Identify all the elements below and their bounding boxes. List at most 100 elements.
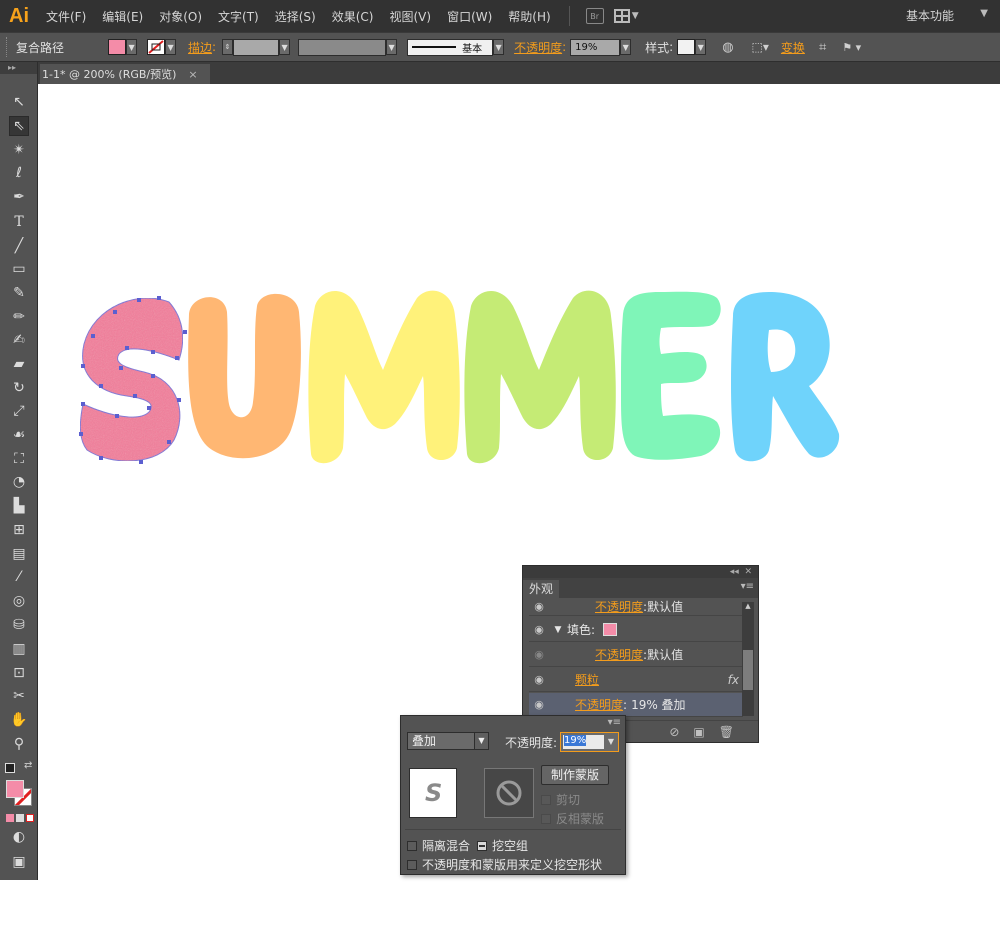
- letter-m[interactable]: [308, 290, 460, 464]
- swap-colors-icon[interactable]: ⇄: [24, 760, 32, 771]
- opacity-label[interactable]: 不透明度: [514, 39, 562, 56]
- opacity-link[interactable]: 不透明度: [575, 696, 623, 713]
- artboard-tool-icon[interactable]: ⊡: [9, 663, 29, 683]
- menu-window[interactable]: 窗口(W): [439, 8, 500, 25]
- duplicate-item-icon[interactable]: ▣: [693, 725, 704, 739]
- opacity-input[interactable]: 19%: [563, 735, 604, 749]
- brush-dropdown[interactable]: ▼: [493, 39, 505, 55]
- visibility-eye-icon[interactable]: ◉: [529, 648, 549, 661]
- stroke-weight-dropdown[interactable]: ▼: [279, 39, 291, 55]
- line-tool-icon[interactable]: ╱: [9, 236, 29, 256]
- close-icon[interactable]: ×: [188, 68, 197, 81]
- perspective-grid-tool-icon[interactable]: ▙: [9, 496, 29, 516]
- screen-mode-icon[interactable]: ▣: [9, 852, 29, 872]
- hand-tool-icon[interactable]: ✋: [9, 710, 29, 730]
- slice-tool-icon[interactable]: ✂: [9, 686, 29, 706]
- checkbox-box[interactable]: [541, 794, 551, 805]
- menu-edit[interactable]: 编辑(E): [94, 8, 151, 25]
- eraser-tool-icon[interactable]: ▰: [9, 354, 29, 374]
- visibility-eye-icon[interactable]: ◉: [529, 673, 549, 686]
- stroke-swatch[interactable]: [147, 39, 166, 55]
- transform-label[interactable]: 变换: [781, 39, 805, 56]
- trash-icon[interactable]: 🗑: [719, 725, 734, 739]
- menu-select[interactable]: 选择(S): [267, 8, 324, 25]
- checkbox-box[interactable]: [541, 813, 551, 824]
- workspace-switcher[interactable]: 基本功能: [906, 7, 954, 24]
- brush-definition[interactable]: 基本: [407, 38, 494, 56]
- lasso-tool-icon[interactable]: ℓ: [9, 163, 29, 183]
- document-tab[interactable]: 1-1* @ 200% (RGB/预览) ×: [40, 64, 210, 84]
- stroke-dropdown[interactable]: ▼: [165, 39, 177, 55]
- pen-tool-icon[interactable]: ✒: [9, 187, 29, 207]
- direct-selection-tool-icon[interactable]: ⇖: [9, 116, 29, 136]
- panel-collapse-close-icons[interactable]: ◂◂ ✕: [523, 566, 758, 578]
- profile-dropdown[interactable]: ▼: [386, 39, 398, 55]
- free-transform-tool-icon[interactable]: ⛶: [9, 449, 29, 469]
- opacity-field[interactable]: 19% ▼: [560, 732, 619, 752]
- menu-effect[interactable]: 效果(C): [324, 8, 382, 25]
- fx-icon[interactable]: fx: [728, 673, 739, 687]
- scroll-up-icon[interactable]: ▲: [742, 602, 754, 610]
- rotate-tool-icon[interactable]: ↻: [9, 378, 29, 398]
- gradient-tool-icon[interactable]: ▤: [9, 544, 29, 564]
- fill-color-swatch[interactable]: [6, 780, 24, 798]
- isolate-blending-checkbox[interactable]: 隔离混合: [407, 837, 470, 854]
- visibility-eye-icon[interactable]: ◉: [529, 698, 549, 711]
- checkbox-box[interactable]: [477, 840, 487, 851]
- arrange-documents-button[interactable]: ▼: [613, 9, 639, 23]
- chevron-down-icon[interactable]: ▼: [604, 733, 618, 751]
- shape-builder-tool-icon[interactable]: ◔: [9, 472, 29, 492]
- panel-menu-icon[interactable]: ▾≡: [608, 717, 621, 728]
- default-colors-icon[interactable]: [5, 763, 15, 773]
- magic-wand-tool-icon[interactable]: ✴: [9, 140, 29, 160]
- graph-tool-icon[interactable]: ▥: [9, 639, 29, 659]
- zoom-tool-icon[interactable]: ⚲: [9, 734, 29, 754]
- object-thumbnail[interactable]: S: [409, 768, 457, 818]
- blend-tool-icon[interactable]: ◎: [9, 591, 29, 611]
- align-selection-icon[interactable]: ⬚▾: [752, 40, 769, 54]
- color-mode-icon[interactable]: [6, 814, 14, 822]
- letter-u[interactable]: [188, 293, 301, 459]
- mesh-tool-icon[interactable]: ⊞: [9, 520, 29, 540]
- none-mode-icon[interactable]: [26, 814, 34, 822]
- grip-handle[interactable]: [6, 37, 10, 57]
- appearance-row-grain[interactable]: ◉ 颗粒 fx: [529, 668, 743, 692]
- opacity-link[interactable]: 不透明度: [595, 598, 643, 615]
- knockout-group-checkbox[interactable]: 挖空组: [477, 837, 528, 854]
- appearance-row-fill-opacity[interactable]: ◉ 不透明度 : 默认值: [529, 643, 743, 667]
- letter-m[interactable]: [464, 290, 616, 464]
- menu-help[interactable]: 帮助(H): [500, 8, 558, 25]
- blob-brush-tool-icon[interactable]: ✍: [9, 330, 29, 350]
- stroke-weight-field[interactable]: [233, 38, 280, 56]
- panel-options-icon[interactable]: ⚑ ▾: [842, 41, 861, 54]
- symbol-sprayer-tool-icon[interactable]: ⛁: [9, 615, 29, 635]
- selection-tool-icon[interactable]: ↖: [9, 92, 29, 112]
- fill-dropdown[interactable]: ▼: [126, 39, 138, 55]
- blend-mode-select[interactable]: 叠加 ▼: [407, 732, 489, 750]
- warp-tool-icon[interactable]: ☙: [9, 425, 29, 445]
- pencil-tool-icon[interactable]: ✏: [9, 307, 29, 327]
- menu-object[interactable]: 对象(O): [151, 8, 210, 25]
- recolor-artwork-icon[interactable]: ◍: [722, 40, 733, 55]
- scroll-thumb[interactable]: [743, 650, 753, 690]
- bridge-button[interactable]: Br: [585, 8, 604, 24]
- panel-scrollbar[interactable]: ▲: [742, 602, 754, 716]
- opacity-mask-knockout-checkbox[interactable]: 不透明度和蒙版用来定义挖空形状: [407, 856, 602, 873]
- type-tool-icon[interactable]: T: [9, 212, 29, 232]
- fill-swatch[interactable]: [603, 623, 618, 636]
- fill-swatch[interactable]: [108, 39, 127, 55]
- variable-width-profile[interactable]: [298, 38, 387, 56]
- appearance-row-fill[interactable]: ◉ ▼ 填色 :: [529, 618, 743, 642]
- opacity-link[interactable]: 不透明度: [595, 646, 643, 663]
- appearance-row-opacity[interactable]: ◉ 不透明度 : 默认值: [529, 598, 743, 616]
- letter-r[interactable]: [731, 292, 840, 462]
- clip-checkbox[interactable]: 剪切: [541, 791, 580, 808]
- tab-appearance[interactable]: 外观: [523, 580, 560, 598]
- visibility-eye-icon[interactable]: ◉: [529, 600, 549, 613]
- opacity-dropdown[interactable]: ▼: [620, 39, 632, 55]
- invert-mask-checkbox[interactable]: 反相蒙版: [541, 810, 604, 827]
- checkbox-box[interactable]: [407, 859, 417, 870]
- appearance-row-object-opacity[interactable]: ◉ 不透明度 : 19% 叠加: [529, 693, 743, 717]
- color-mode-icons[interactable]: [6, 814, 34, 822]
- menu-view[interactable]: 视图(V): [381, 8, 439, 25]
